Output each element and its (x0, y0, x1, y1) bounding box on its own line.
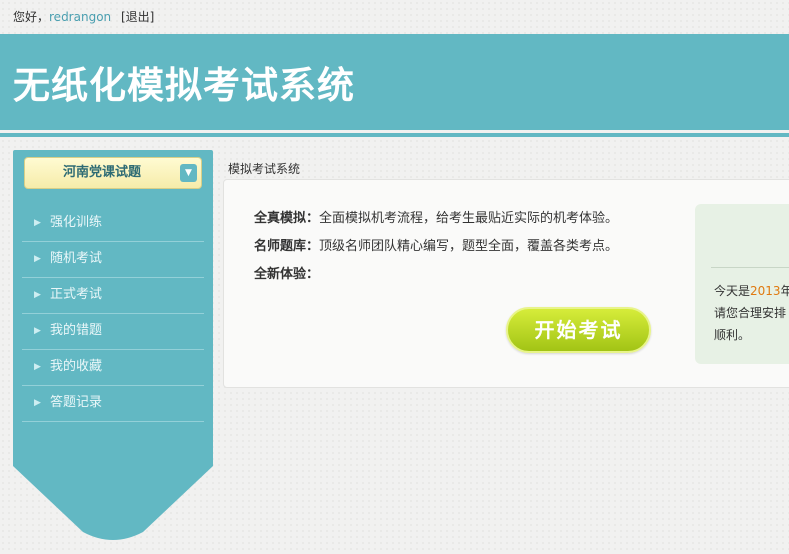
feature-title: 全真模拟： (254, 211, 320, 226)
breadcrumb: 模拟考试系统 (228, 162, 301, 176)
chevron-right-icon: ▶ (34, 326, 41, 336)
logout-link[interactable]: [退出] (121, 10, 154, 24)
app-header: 无纸化模拟考试系统 (0, 34, 789, 130)
feature-row: 全真模拟：全面模拟机考流程，给考生最贴近实际的机考体验。 (254, 210, 618, 228)
sidebar-item-label: 我的收藏 (50, 359, 103, 374)
notice-divider (711, 267, 789, 268)
app-title: 无纸化模拟考试系统 (13, 64, 355, 107)
notice-line2: 请您合理安排 (714, 306, 787, 320)
sidebar-item-label: 我的错题 (50, 323, 103, 338)
sidebar-item-favorites[interactable]: ▶ 我的收藏 (22, 350, 204, 386)
sidebar-item-label: 正式考试 (50, 287, 103, 302)
greeting-text: 您好， (13, 10, 50, 24)
start-exam-button[interactable]: 开始考试 (506, 307, 651, 353)
notice-suffix: 年 (780, 284, 789, 298)
feature-title: 全新体验： (254, 267, 320, 282)
notice-prefix: 今天是 (714, 284, 751, 298)
feature-title: 名师题库： (254, 239, 320, 254)
feature-row: 名师题库：顶级名师团队精心编写，题型全面，覆盖各类考点。 (254, 238, 618, 256)
user-bar: 您好，redrangon [退出] (13, 9, 154, 25)
chevron-right-icon: ▶ (34, 362, 41, 372)
sidebar-item-intensive-training[interactable]: ▶ 强化训练 (22, 206, 204, 242)
exam-intro-panel: 全真模拟：全面模拟机考流程，给考生最贴近实际的机考体验。 名师题库：顶级名师团队… (223, 179, 789, 388)
feature-desc: 顶级名师团队精心编写，题型全面，覆盖各类考点。 (319, 239, 619, 254)
subject-label: 河南党课试题 (62, 165, 141, 180)
notice-text: 今天是2013年 请您合理安排 顺利。 (714, 280, 789, 346)
chevron-right-icon: ▶ (34, 254, 41, 264)
sidebar-panel: 河南党课试题 ▼ ▶ 强化训练 ▶ 随机考试 ▶ 正式考试 ▶ 我的错题 ▶ 我的收藏 ▶… (13, 150, 213, 456)
sidebar-bottom-point (13, 456, 213, 540)
subject-selector[interactable]: 河南党课试题 ▼ (24, 157, 202, 189)
chevron-right-icon: ▶ (34, 290, 41, 300)
sidebar-item-label: 答题记录 (50, 395, 103, 410)
sidebar-item-label: 随机考试 (50, 251, 103, 266)
feature-desc: 全面模拟机考流程，给考生最贴近实际的机考体验。 (319, 211, 619, 226)
sidebar-item-answer-history[interactable]: ▶ 答题记录 (22, 386, 204, 422)
sidebar-item-label: 强化训练 (50, 215, 103, 230)
chevron-down-icon[interactable]: ▼ (180, 164, 197, 182)
header-divider (0, 133, 789, 137)
sidebar-menu: ▶ 强化训练 ▶ 随机考试 ▶ 正式考试 ▶ 我的错题 ▶ 我的收藏 ▶ 答题记录 (22, 206, 204, 422)
sidebar-item-wrong-answers[interactable]: ▶ 我的错题 (22, 314, 204, 350)
sidebar: 河南党课试题 ▼ ▶ 强化训练 ▶ 随机考试 ▶ 正式考试 ▶ 我的错题 ▶ 我的收藏 ▶… (13, 150, 213, 542)
username-link[interactable]: redrangon (49, 10, 111, 24)
feature-row: 全新体验： (254, 266, 319, 284)
chevron-right-icon: ▶ (34, 218, 41, 228)
chevron-right-icon: ▶ (34, 398, 41, 408)
notice-line3: 顺利。 (714, 328, 751, 342)
sidebar-item-formal-exam[interactable]: ▶ 正式考试 (22, 278, 204, 314)
notice-box: 今天是2013年 请您合理安排 顺利。 (695, 204, 789, 364)
notice-year: 2013 (750, 284, 781, 298)
sidebar-item-random-exam[interactable]: ▶ 随机考试 (22, 242, 204, 278)
